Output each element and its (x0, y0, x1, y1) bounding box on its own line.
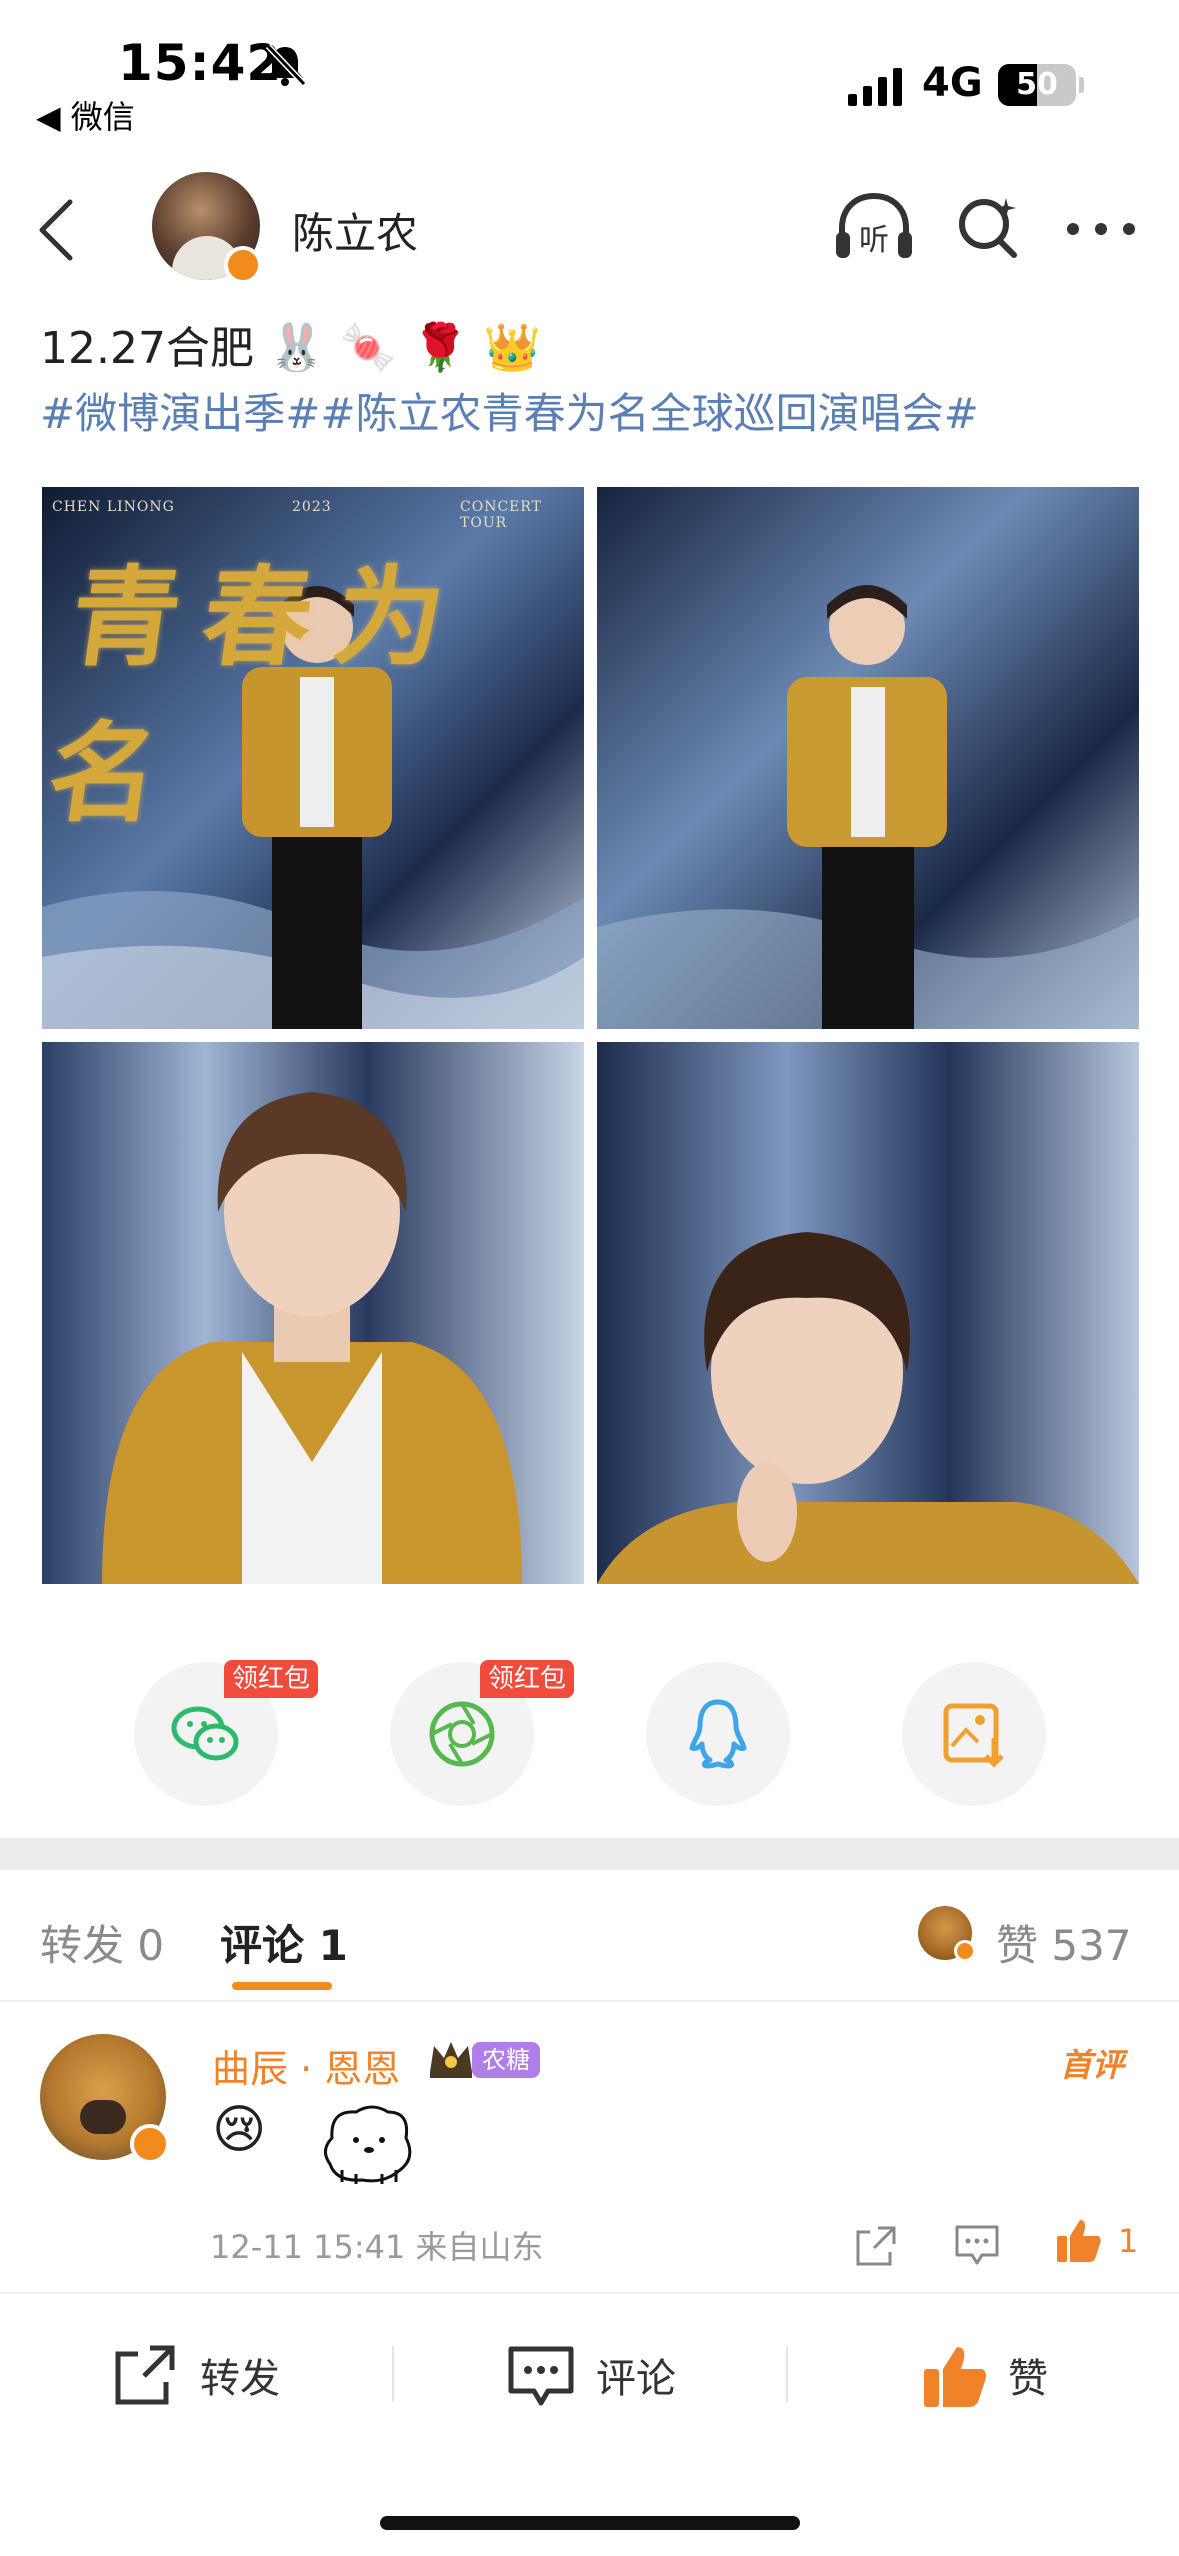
qq-penguin-icon (689, 1699, 747, 1769)
red-packet-tag: 领红包 (224, 1660, 319, 1698)
author-name[interactable]: 陈立农 (292, 200, 418, 261)
battery-level: 50 (1016, 67, 1058, 102)
fan-club-badge: 农糖 (472, 2042, 540, 2078)
toolbar-separator-2 (786, 2346, 788, 2402)
post-photo-2[interactable] (597, 487, 1139, 1029)
comment-like-icon[interactable] (1054, 2216, 1104, 2266)
moments-shutter-icon (429, 1701, 495, 1767)
bell-muted-icon (265, 43, 307, 87)
puppy-sticker-icon (324, 2105, 412, 2184)
save-image-icon (943, 1703, 1004, 1768)
back-to-wechat[interactable]: ◀ 微信 (36, 92, 135, 138)
comment-like-count: 1 (1118, 2222, 1139, 2260)
search-icon[interactable] (954, 192, 1024, 262)
post-photo-1[interactable]: CHEN LINONG 2023 CONCERT TOUR 青春为名 (42, 487, 584, 1029)
commenter-verified-icon (130, 2124, 170, 2164)
tab-repost[interactable]: 转发 0 (40, 1912, 164, 1973)
home-indicator (380, 2516, 800, 2530)
post-emojis: 🐰 🍬 🌹 👑 (267, 320, 541, 374)
tab-likes[interactable]: 赞 537 (996, 1912, 1132, 1973)
comment-icon[interactable] (506, 2336, 576, 2416)
comment-emoji: 😢 (212, 2100, 267, 2160)
comment-share-icon[interactable] (854, 2224, 898, 2268)
more-options-icon[interactable] (1066, 222, 1136, 236)
like-button[interactable]: 赞 (1008, 2346, 1048, 2404)
comment-button[interactable]: 评论 (596, 2346, 676, 2404)
liker-badge-icon (954, 1940, 976, 1962)
wechat-icon (171, 1706, 239, 1761)
toolbar-separator-1 (392, 2346, 394, 2402)
share-qq-button[interactable] (646, 1662, 790, 1806)
post-hashtags[interactable]: #微博演出季##陈立农青春为名全球巡回演唱会# (40, 380, 979, 441)
post-photo-4[interactable] (597, 1042, 1139, 1584)
commenter-name[interactable]: 曲辰 · 恩恩 (212, 2038, 400, 2093)
signal-icon (848, 68, 902, 106)
back-arrow-icon[interactable] (34, 198, 78, 262)
listen-headphones-icon[interactable]: 听 (832, 188, 916, 268)
photo-title: 青春为名 (42, 555, 477, 837)
comment-reply-icon[interactable] (954, 2224, 1000, 2266)
red-packet-tag-2: 领红包 (480, 1660, 575, 1698)
listen-label: 听 (859, 223, 889, 258)
status-time: 15:42 (118, 34, 283, 92)
like-icon[interactable] (920, 2336, 990, 2416)
photo-caption-mid: 2023 (292, 499, 332, 515)
verified-badge-icon (224, 246, 262, 284)
tab-comment[interactable]: 评论 1 (220, 1912, 348, 1973)
section-divider (0, 1838, 1179, 1870)
battery-tip (1079, 77, 1084, 93)
repost-icon[interactable] (110, 2336, 182, 2416)
comment-divider (0, 2292, 1179, 2294)
network-type: 4G (922, 60, 983, 106)
post-text: 12.27合肥 🐰 🍬 🌹 👑 (40, 312, 541, 376)
crown-badge-icon (430, 2042, 472, 2078)
photo-caption-right: CONCERT TOUR (460, 499, 543, 531)
post-text-main: 12.27合肥 (40, 323, 254, 374)
photo-caption-left: CHEN LINONG (52, 499, 175, 515)
repost-button[interactable]: 转发 (200, 2346, 280, 2404)
battery-indicator: 50 (998, 64, 1076, 106)
comment-meta: 12-11 15:41 来自山东 (210, 2228, 544, 2266)
tab-divider (0, 2000, 1179, 2002)
save-image-button[interactable] (902, 1662, 1046, 1806)
tab-active-indicator (232, 1982, 332, 1990)
post-photo-3[interactable] (42, 1042, 584, 1584)
first-comment-badge: 首评 (1060, 2046, 1125, 2084)
